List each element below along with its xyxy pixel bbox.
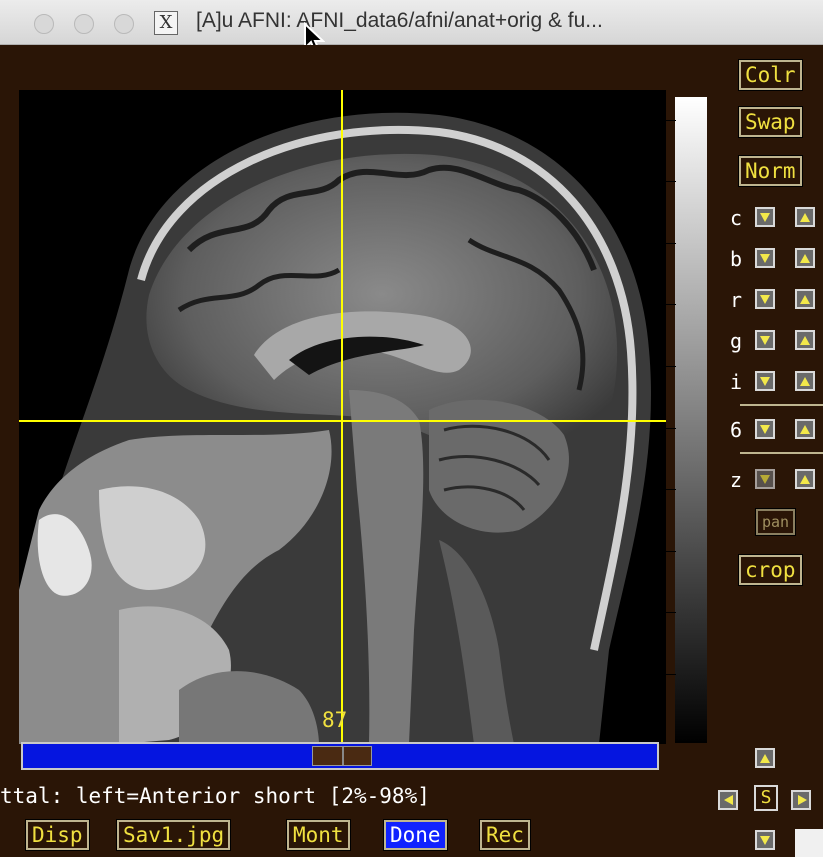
colorbar-tick (666, 612, 676, 613)
divider (740, 404, 823, 406)
six-down-arrow-icon[interactable] (755, 419, 775, 439)
slider-thumb[interactable] (312, 746, 372, 766)
contrast-label: c (729, 206, 743, 230)
colorbar-tick (666, 304, 676, 305)
zoom-up-arrow-icon[interactable] (795, 469, 815, 489)
mont-button[interactable]: Mont (286, 819, 351, 851)
slice-slider[interactable] (21, 742, 659, 770)
brightness-up-arrow-icon[interactable] (795, 248, 815, 268)
colorbar-tick (666, 243, 676, 244)
mri-sagittal-image[interactable] (19, 90, 666, 744)
rotate-label: r (729, 288, 743, 312)
swap-button[interactable]: Swap (738, 106, 803, 138)
window-titlebar: X [A]u AFNI: AFNI_data6/afni/anat+orig &… (0, 0, 823, 54)
crop-button[interactable]: crop (738, 554, 803, 586)
window-title: [A]u AFNI: AFNI_data6/afni/anat+orig & f… (196, 9, 603, 32)
brightness-down-arrow-icon[interactable] (755, 248, 775, 268)
colorbar-tick (666, 428, 676, 429)
zoom-window-button[interactable] (114, 14, 134, 34)
colorbar-tick (666, 489, 676, 490)
minimize-window-button[interactable] (74, 14, 94, 34)
close-window-button[interactable] (34, 14, 54, 34)
gamma-down-arrow-icon[interactable] (755, 330, 775, 350)
image-step-down-arrow-icon[interactable] (755, 371, 775, 391)
colr-button[interactable]: Colr (738, 59, 803, 91)
nav-up-arrow-icon[interactable] (755, 748, 775, 768)
zoom-down-arrow-icon[interactable] (755, 469, 775, 489)
colorbar-tick (666, 181, 676, 182)
colorbar-tick (666, 551, 676, 552)
norm-button[interactable]: Norm (738, 155, 803, 187)
six-label: 6 (729, 418, 743, 442)
gamma-up-arrow-icon[interactable] (795, 330, 815, 350)
info-line: ttal: left=Anterior short [2%-98%] (0, 784, 430, 808)
image-step-up-arrow-icon[interactable] (795, 371, 815, 391)
resize-grip-icon[interactable] (795, 829, 823, 857)
grayscale-colorbar[interactable] (675, 97, 707, 743)
pan-button[interactable]: pan (754, 508, 797, 536)
rotate-up-arrow-icon[interactable] (795, 289, 815, 309)
done-button[interactable]: Done (383, 819, 448, 851)
image-step-label: i (729, 370, 743, 394)
disp-button[interactable]: Disp (25, 819, 90, 851)
colorbar-tick (666, 674, 676, 675)
image-viewer: Colr Swap Norm c b r g i 6 z pan crop 87… (0, 45, 823, 857)
slice-number: 87 (322, 708, 348, 732)
nav-down-arrow-icon[interactable] (755, 830, 775, 850)
colorbar-tick (666, 366, 676, 367)
gamma-label: g (729, 329, 743, 353)
colorbar-tick (666, 120, 676, 121)
contrast-down-arrow-icon[interactable] (755, 207, 775, 227)
nav-center-button[interactable]: S (754, 785, 778, 811)
brightness-label: b (729, 247, 743, 271)
nav-left-arrow-icon[interactable] (718, 790, 738, 810)
rec-button[interactable]: Rec (479, 819, 531, 851)
six-up-arrow-icon[interactable] (795, 419, 815, 439)
divider (740, 452, 823, 454)
zoom-label: z (729, 468, 743, 492)
save-button[interactable]: Sav1.jpg (115, 819, 232, 851)
x11-icon: X (154, 11, 178, 35)
rotate-down-arrow-icon[interactable] (755, 289, 775, 309)
contrast-up-arrow-icon[interactable] (795, 207, 815, 227)
nav-right-arrow-icon[interactable] (791, 790, 811, 810)
